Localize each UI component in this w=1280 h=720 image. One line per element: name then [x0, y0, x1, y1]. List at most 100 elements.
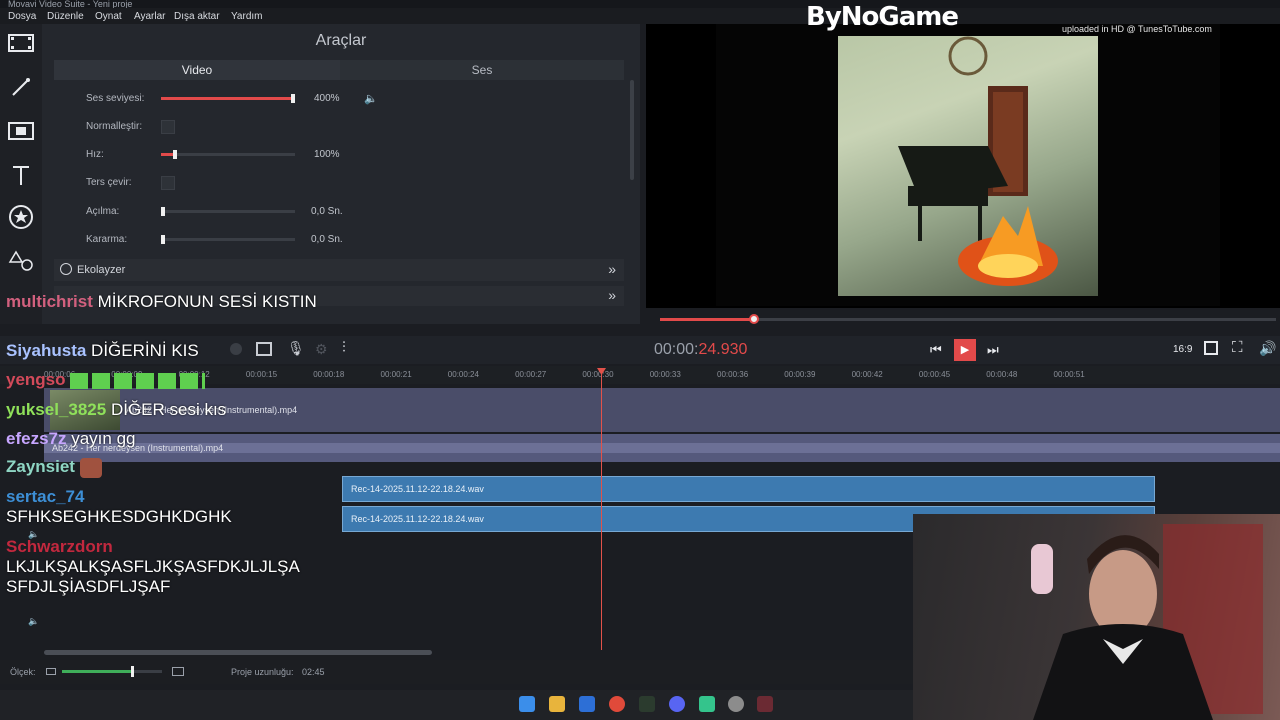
- bynogame-watermark: ByNoGame: [806, 2, 959, 32]
- stickers-icon[interactable]: [6, 202, 36, 232]
- speed-slider[interactable]: [161, 153, 295, 156]
- track-volume-icon[interactable]: 🔈: [28, 616, 39, 627]
- chat-username: Siyahusta: [6, 341, 87, 360]
- ruler-tick-label: 00:00:45: [918, 370, 951, 379]
- mixer-icon[interactable]: ⫶: [342, 339, 346, 356]
- scale-slider-knob[interactable]: [131, 666, 134, 677]
- next-icon[interactable]: ⏭: [987, 342, 999, 358]
- chat-message: Schwarzdorn LKJLKŞALKŞASFLJKŞASFDKJLJLŞA …: [6, 537, 336, 597]
- chat-text: DİĞERİNİ KIS: [91, 341, 199, 360]
- shapes-icon[interactable]: [6, 246, 36, 276]
- movavi-icon[interactable]: [757, 696, 773, 712]
- speaker-icon[interactable]: 🔈: [364, 92, 378, 105]
- image-icon[interactable]: [256, 342, 272, 356]
- app-icon[interactable]: [639, 696, 655, 712]
- audio-track[interactable]: Ab242 - Her nerdeysen (Instrumental).mp4: [44, 434, 1280, 462]
- scale-label: Ölçek:: [10, 667, 36, 677]
- menu-edit[interactable]: Düzenle: [47, 11, 84, 22]
- speed-value: 100%: [314, 149, 340, 160]
- normalize-checkbox[interactable]: [161, 120, 175, 134]
- previous-icon[interactable]: ⏮: [930, 342, 942, 358]
- chat-message: Zaynsiet: [6, 457, 102, 478]
- speed-slider-knob[interactable]: [173, 150, 177, 159]
- project-length-label: Proje uzunluğu:: [231, 667, 294, 677]
- microphone-icon[interactable]: 🎙: [287, 340, 305, 357]
- chat-username: yengso: [6, 370, 66, 389]
- fade-in-slider-knob[interactable]: [161, 207, 165, 216]
- ruler-tick-label: 00:00:36: [717, 370, 749, 379]
- chat-message: sertac_74 SFHKSEGHKESDGHKDGHK: [6, 487, 232, 527]
- uploaded-text: uploaded in HD @ TunesToTube.com: [1062, 24, 1212, 34]
- chat-username: Zaynsiet: [6, 457, 75, 476]
- zoom-out-icon[interactable]: [46, 668, 56, 675]
- timecode: 00:00:24.930: [654, 341, 747, 359]
- playhead[interactable]: [601, 370, 602, 650]
- chat-text: LKJLKŞALKŞASFLJKŞASFDKJLJLŞA SFDJLŞİASDF…: [6, 557, 299, 596]
- equalizer-label: Ekolayzer: [77, 264, 126, 276]
- emote-row: [70, 372, 206, 389]
- chrome-icon[interactable]: [609, 696, 625, 712]
- menu-help[interactable]: Yardım: [231, 11, 263, 22]
- app-icon[interactable]: [579, 696, 595, 712]
- timecode-fraction: 24.930: [698, 341, 748, 358]
- chat-message: efezs7z yayın gg: [6, 429, 135, 449]
- titles-icon[interactable]: [6, 160, 36, 190]
- detach-preview-icon[interactable]: [1204, 341, 1218, 355]
- fade-out-slider[interactable]: [161, 238, 295, 241]
- chat-text: DİĞER sesi kıs: [110, 400, 227, 419]
- recording-clip[interactable]: Rec-14-2025.11.12-22.18.24.wav: [342, 476, 1155, 502]
- equalizer-section[interactable]: Ekolayzer »: [54, 259, 624, 281]
- recording-clip-name: Rec-14-2025.11.12-22.18.24.wav: [351, 484, 484, 494]
- volume-slider-knob[interactable]: [291, 94, 295, 103]
- tools-panel: Araçlar Video Ses Ses seviyesi: 400% 🔈 N…: [42, 24, 640, 324]
- tools-title: Araçlar: [315, 32, 367, 49]
- zoom-in-icon[interactable]: [172, 667, 184, 676]
- video-track[interactable]: Ab242 - Her nerdeysen (Instrumental).mp4: [44, 388, 1280, 432]
- fullscreen-icon[interactable]: ⛶: [1232, 339, 1243, 356]
- tab-video[interactable]: Video: [54, 60, 340, 80]
- play-button[interactable]: ▶: [954, 339, 976, 361]
- ruler-tick-label: 00:00:30: [582, 370, 614, 379]
- chat-username: efezs7z: [6, 429, 67, 448]
- timeline-scrollbar[interactable]: [44, 650, 432, 655]
- ruler-tick-label: 00:00:24: [447, 370, 479, 379]
- panel-scrollbar[interactable]: [630, 80, 634, 180]
- fade-in-slider[interactable]: [161, 210, 295, 213]
- chevron-right-icon: »: [608, 261, 616, 277]
- menu-play[interactable]: Oynat: [95, 11, 122, 22]
- reverse-label: Ters çevir:: [86, 177, 132, 188]
- radio-icon: [60, 263, 72, 275]
- menu-export[interactable]: Dışa aktar: [174, 11, 220, 22]
- webcam-overlay: [913, 514, 1280, 720]
- menu-bar: Dosya Düzenle Oynat Ayarlar Dışa aktar Y…: [0, 8, 1280, 24]
- volume-icon[interactable]: 🔊: [1259, 340, 1276, 357]
- ruler-tick-label: 00:00:27: [515, 370, 547, 379]
- preview-scrubber-knob[interactable]: [749, 314, 760, 324]
- magic-wand-icon[interactable]: [6, 72, 36, 102]
- scale-slider-fill: [62, 670, 132, 673]
- gear-icon[interactable]: ⚙: [315, 341, 328, 358]
- chat-text: MİKROFONUN SESİ KISTIN: [97, 292, 317, 311]
- fade-out-slider-knob[interactable]: [161, 235, 165, 244]
- discord-icon[interactable]: [669, 696, 685, 712]
- reverse-checkbox[interactable]: [161, 176, 175, 190]
- ruler-tick-label: 00:00:48: [986, 370, 1018, 379]
- split-icon[interactable]: [230, 343, 242, 355]
- app-icon[interactable]: [699, 696, 715, 712]
- volume-slider-fill: [161, 97, 295, 100]
- chat-message: yengso: [6, 370, 206, 390]
- import-media-icon[interactable]: [6, 28, 36, 58]
- start-icon[interactable]: [519, 696, 535, 712]
- tool-strip: [0, 24, 42, 324]
- menu-file[interactable]: Dosya: [8, 11, 36, 22]
- file-explorer-icon[interactable]: [549, 696, 565, 712]
- chat-username: yuksel_3825: [6, 400, 107, 419]
- menu-settings[interactable]: Ayarlar: [134, 11, 166, 22]
- tools-tabs: Video Ses: [54, 60, 624, 80]
- fade-out-label: Kararma:: [86, 234, 128, 245]
- project-length-value: 02:45: [302, 667, 325, 677]
- tab-audio[interactable]: Ses: [340, 60, 624, 80]
- aspect-ratio-button[interactable]: 16:9: [1173, 344, 1192, 355]
- app-icon[interactable]: [728, 696, 744, 712]
- transitions-icon[interactable]: [6, 116, 36, 146]
